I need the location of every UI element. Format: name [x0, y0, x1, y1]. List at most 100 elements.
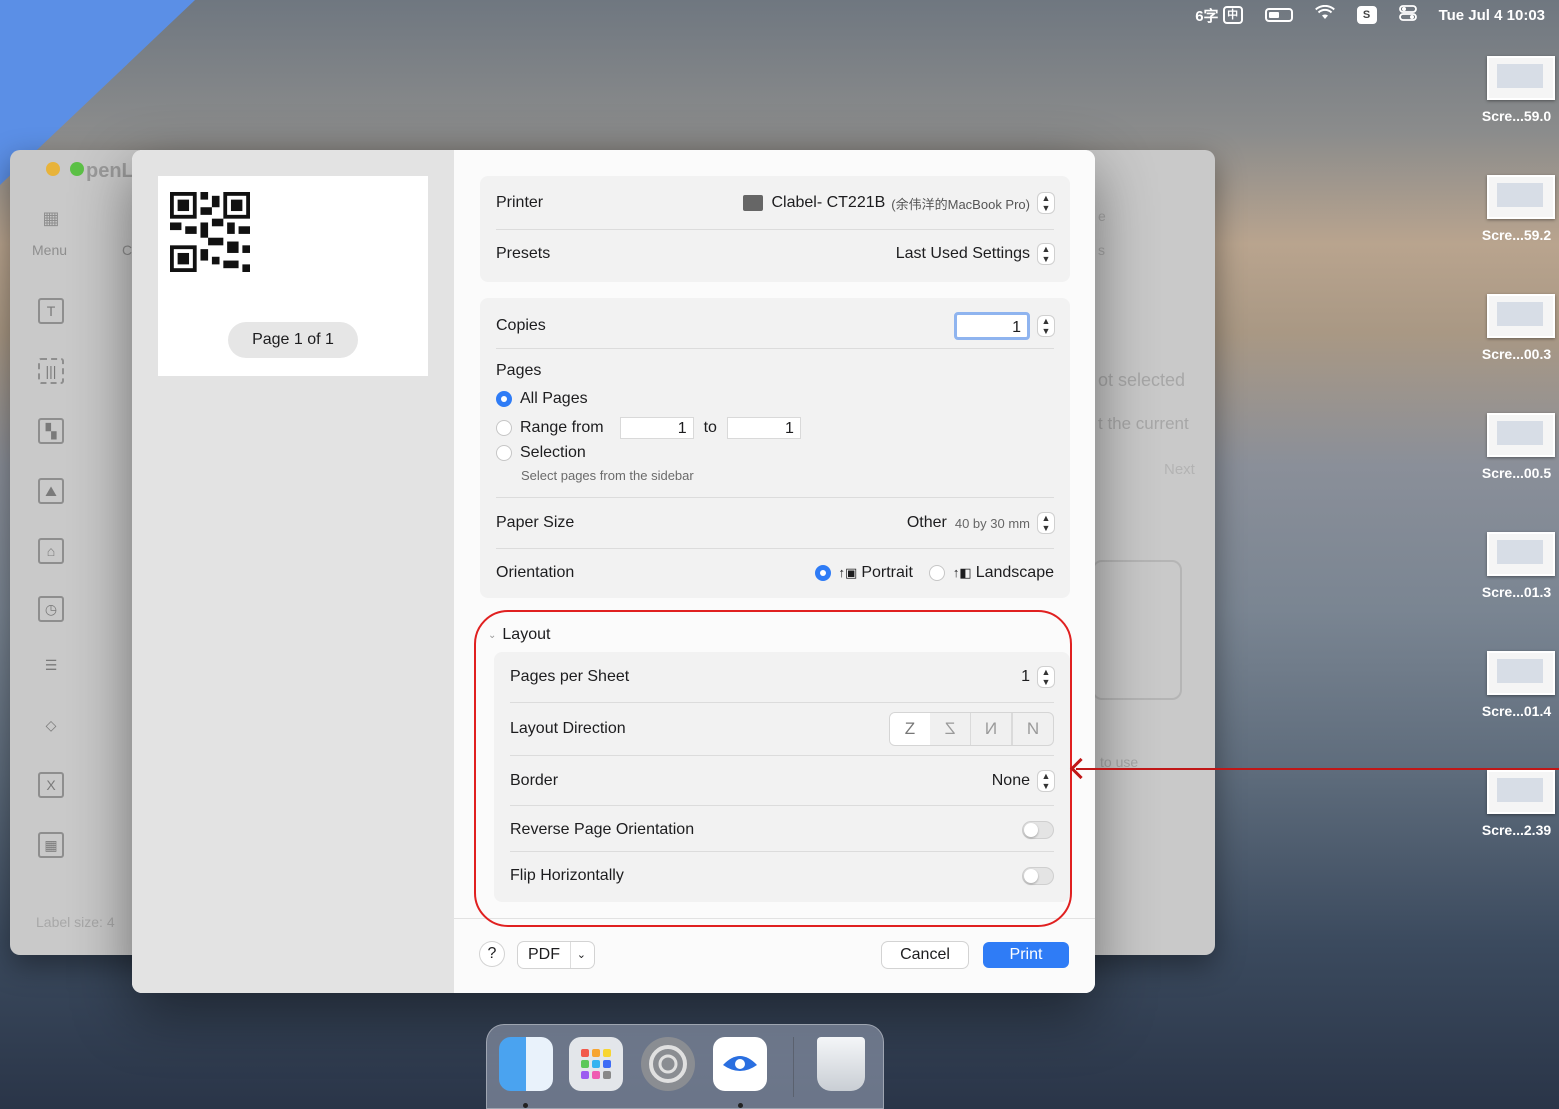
desktop-file[interactable]: Scre...59.2 — [1474, 175, 1559, 243]
landscape-radio[interactable] — [928, 565, 945, 581]
minimize-button[interactable] — [46, 162, 60, 176]
selection-radio[interactable] — [496, 445, 512, 461]
all-pages-option[interactable]: All Pages — [496, 390, 588, 408]
cancel-button[interactable]: Cancel — [882, 942, 968, 968]
file-thumbnail — [1487, 294, 1555, 338]
launchpad-icon[interactable] — [569, 1037, 623, 1091]
paper-size-label: Paper Size — [496, 514, 575, 531]
system-preferences-icon[interactable] — [641, 1037, 695, 1091]
printer-card: Printer Clabel- CT221B (余伟洋的MacBook Pro)… — [480, 176, 1070, 282]
sogou-icon[interactable]: S — [1356, 6, 1377, 24]
qr-code-icon — [170, 192, 250, 272]
desktop-file[interactable]: Scre...59.0 — [1474, 56, 1559, 124]
annotation-arrow — [1076, 768, 1559, 770]
selection-option[interactable]: Selection — [496, 444, 586, 462]
presets-row: Presets Last Used Settings ▲ ▼ — [496, 241, 1054, 267]
all-pages-label: All Pages — [520, 390, 588, 407]
trash-icon[interactable] — [817, 1037, 865, 1091]
help-button[interactable]: ? — [480, 942, 504, 966]
print-button[interactable]: Print — [983, 942, 1069, 968]
range-option[interactable]: Range from 1 to 1 — [496, 417, 801, 439]
range-to-input[interactable]: 1 — [726, 417, 801, 439]
printer-host: (余伟洋的MacBook Pro) — [891, 196, 1030, 212]
portrait-icon: ↑▣ — [838, 565, 858, 580]
paper-size-dims: 40 by 30 mm — [954, 515, 1030, 531]
file-label: Scre...01.3 — [1481, 584, 1552, 600]
menu-label: Menu — [32, 242, 68, 258]
file-thumbnail — [1487, 532, 1555, 576]
copies-label: Copies — [496, 317, 546, 334]
paper-size-select[interactable]: Other 40 by 30 mm ▲ ▼ — [907, 513, 1054, 533]
desktop-file[interactable]: Scre...00.5 — [1474, 413, 1559, 481]
file-thumbnail — [1487, 770, 1555, 814]
divider — [496, 348, 1054, 349]
finder-icon[interactable] — [499, 1037, 553, 1091]
input-method-status[interactable]: 6字 中 — [1195, 5, 1243, 26]
desktop-file[interactable]: Scre...00.3 — [1474, 294, 1559, 362]
desktop-file[interactable]: Scre...2.39 — [1474, 770, 1559, 838]
pdf-menu-button[interactable]: PDF ⌄ — [518, 942, 594, 968]
clock[interactable]: Tue Jul 4 10:03 — [1439, 7, 1545, 24]
control-center-icon[interactable] — [1398, 5, 1417, 25]
text-tool-icon[interactable]: T — [38, 298, 64, 324]
next-link[interactable]: Next — [1164, 461, 1195, 478]
copies-stepper[interactable]: ▲ ▼ — [1038, 316, 1054, 336]
pages-label: Pages — [496, 362, 542, 379]
selection-label: Selection — [520, 444, 586, 461]
copies-input[interactable]: 1 — [954, 312, 1030, 340]
paper-size-value: Other — [906, 514, 947, 531]
range-radio[interactable] — [496, 420, 512, 436]
chinese-ime-icon: 中 — [1222, 6, 1243, 24]
excel-tool-icon[interactable]: X — [38, 772, 64, 798]
printer-label: Printer — [496, 194, 544, 211]
time-tool-icon[interactable]: ◷ — [38, 596, 64, 622]
barcode-tool-icon[interactable]: ||| — [38, 358, 64, 384]
app-title: penL — [86, 160, 134, 182]
landscape-label: Landscape — [975, 564, 1054, 581]
menu-icon[interactable]: ▦ — [38, 208, 64, 229]
file-label: Scre...59.0 — [1481, 108, 1552, 124]
zoom-button[interactable] — [70, 162, 84, 176]
desktop-file[interactable]: Scre...01.4 — [1474, 651, 1559, 719]
portrait-label: Portrait — [861, 564, 913, 581]
chevron-updown-icon: ▲ ▼ — [1038, 513, 1054, 533]
printer-name: Clabel- CT221B — [771, 194, 886, 211]
file-thumbnail — [1487, 175, 1555, 219]
file-thumbnail — [1487, 651, 1555, 695]
divider — [496, 229, 1054, 230]
range-from-input[interactable]: 1 — [619, 417, 694, 439]
image-tool-icon[interactable]: ⛰ — [38, 478, 64, 504]
shape-tool-icon[interactable]: ⌂ — [38, 538, 64, 564]
range-to-label: to — [703, 419, 717, 436]
all-pages-radio[interactable] — [496, 391, 512, 407]
desktop-file[interactable]: Scre...01.3 — [1474, 532, 1559, 600]
current-hint-text: t the current — [1098, 414, 1189, 433]
line-tool-icon[interactable]: ☰ — [38, 654, 64, 680]
dock-divider — [793, 1037, 794, 1097]
running-indicator — [523, 1103, 528, 1108]
orientation-label: Orientation — [496, 564, 575, 581]
paper-size-row: Paper Size Other 40 by 30 mm ▲ ▼ — [496, 510, 1054, 536]
file-label: Scre...01.4 — [1481, 703, 1552, 719]
copies-pages-card: Copies 1 ▲ ▼ Pages All Pages Range from 1… — [480, 298, 1070, 598]
printer-select[interactable]: Clabel- CT221B (余伟洋的MacBook Pro) ▲ ▼ — [743, 193, 1054, 213]
page-count-badge: Page 1 of 1 — [228, 322, 358, 358]
qrcode-tool-icon[interactable]: ▚ — [38, 418, 64, 444]
wifi-icon[interactable] — [1314, 4, 1335, 26]
openlabel-app-icon[interactable] — [713, 1037, 767, 1091]
annotation-highlight-oval — [474, 610, 1072, 927]
presets-value: Last Used Settings — [895, 245, 1030, 262]
running-indicator — [738, 1103, 743, 1108]
file-label: Scre...00.3 — [1481, 346, 1552, 362]
input-method-text: 6字 — [1195, 7, 1219, 25]
menu-bar: 6字 中 S Tue Jul 4 10:03 — [0, 0, 1559, 30]
battery-icon[interactable] — [1264, 8, 1293, 22]
graphic-tool-icon[interactable]: ◇ — [38, 714, 64, 740]
presets-select[interactable]: Last Used Settings ▲ ▼ — [896, 244, 1054, 264]
dock — [486, 1024, 884, 1109]
table-tool-icon[interactable]: ▦ — [38, 832, 64, 858]
file-thumbnail — [1487, 413, 1555, 457]
preview-pane: Page 1 of 1 — [132, 150, 454, 993]
portrait-radio[interactable] — [814, 565, 831, 581]
label-size-text: Label size: 4 — [36, 914, 115, 930]
